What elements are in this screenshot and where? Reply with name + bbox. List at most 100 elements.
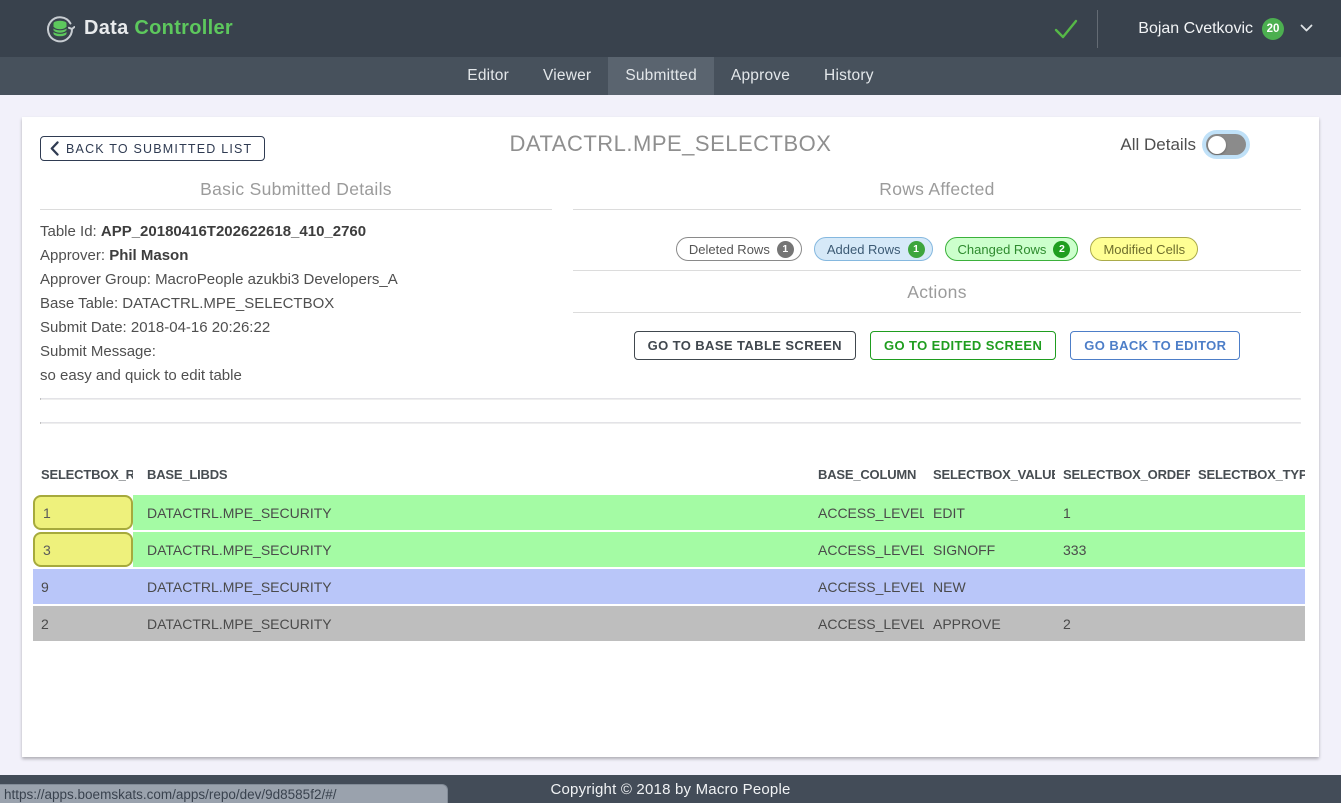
added-rows-pill[interactable]: Added Rows 1	[814, 237, 933, 261]
tab-viewer[interactable]: Viewer	[526, 57, 608, 95]
table-cell[interactable]: ACCESS_LEVEL	[810, 606, 925, 641]
field-value: MacroPeople azukbi3 Developers_A	[155, 271, 398, 288]
column-header-base-libds[interactable]: BASE_LIBDS	[133, 463, 810, 485]
table-row[interactable]: 1 DATACTRL.MPE_SECURITY ACCESS_LEVEL EDI…	[33, 495, 1305, 530]
table-cell[interactable]	[1055, 569, 1190, 604]
table-row[interactable]: 2 DATACTRL.MPE_SECURITY ACCESS_LEVEL APP…	[33, 606, 1305, 641]
go-to-edited-screen-button[interactable]: GO TO EDITED SCREEN	[870, 331, 1056, 360]
pill-label: Deleted Rows	[689, 242, 770, 257]
field-label: Submit Message:	[40, 343, 156, 360]
user-count-badge: 20	[1262, 18, 1284, 40]
user-name[interactable]: Bojan Cvetkovic	[1138, 20, 1253, 38]
actions-heading: Actions	[573, 282, 1301, 303]
table-cell[interactable]: APPROVE	[925, 606, 1055, 641]
table-cell[interactable]: ACCESS_LEVEL	[810, 495, 925, 530]
table-cell[interactable]: SIGNOFF	[925, 532, 1055, 567]
detail-submit-date: Submit Date: 2018-04-16 20:26:22	[40, 316, 552, 340]
table-cell[interactable]	[1190, 495, 1305, 530]
table-cell-modified[interactable]: 3	[33, 532, 133, 567]
connection-check-icon	[1053, 18, 1079, 40]
field-label: Approver Group:	[40, 271, 155, 288]
table-row[interactable]: 9 DATACTRL.MPE_SECURITY ACCESS_LEVEL NEW	[33, 569, 1305, 604]
divider	[573, 209, 1301, 210]
field-value: APP_20180416T202622618_410_2760	[101, 223, 366, 240]
all-details-control: All Details	[1120, 134, 1246, 155]
basic-details-heading: Basic Submitted Details	[40, 179, 552, 200]
logo-text: Data Controller	[84, 17, 233, 40]
pill-label: Modified Cells	[1103, 242, 1185, 257]
browser-status-url: https://apps.boemskats.com/apps/repo/dev…	[0, 784, 448, 803]
column-header-selectbox-value[interactable]: SELECTBOX_VALUE	[925, 463, 1055, 485]
table-cell[interactable]: DATACTRL.MPE_SECURITY	[133, 606, 810, 641]
column-header-base-column[interactable]: BASE_COLUMN	[810, 463, 925, 485]
field-label: Approver:	[40, 247, 109, 264]
table-cell[interactable]	[1190, 569, 1305, 604]
table-cell[interactable]: NEW	[925, 569, 1055, 604]
field-value: Phil Mason	[109, 247, 188, 264]
deleted-rows-pill[interactable]: Deleted Rows 1	[676, 237, 802, 261]
table-cell[interactable]: DATACTRL.MPE_SECURITY	[133, 495, 810, 530]
table-cell-modified[interactable]: 1	[33, 495, 133, 530]
table-cell[interactable]: 9	[33, 569, 133, 604]
table-cell[interactable]: DATACTRL.MPE_SECURITY	[133, 569, 810, 604]
divider	[573, 312, 1301, 313]
table-cell[interactable]	[1190, 532, 1305, 567]
divider	[40, 209, 552, 210]
logo-text-primary: Data	[84, 17, 129, 39]
table-row[interactable]: 3 DATACTRL.MPE_SECURITY ACCESS_LEVEL SIG…	[33, 532, 1305, 567]
pill-count-badge: 1	[908, 241, 925, 258]
pill-count-badge: 2	[1053, 241, 1070, 258]
divider	[573, 270, 1301, 271]
user-menu-chevron-icon[interactable]	[1300, 24, 1313, 33]
all-details-toggle[interactable]	[1206, 134, 1246, 155]
field-value: so easy and quick to edit table	[40, 367, 242, 384]
table-cell[interactable]: 1	[1055, 495, 1190, 530]
table-cell[interactable]: EDIT	[925, 495, 1055, 530]
detail-approver: Approver: Phil Mason	[40, 244, 552, 268]
divider	[40, 422, 1301, 424]
app-logo[interactable]: Data Controller	[45, 14, 233, 44]
tab-submitted[interactable]: Submitted	[608, 57, 714, 95]
tab-history[interactable]: History	[807, 57, 891, 95]
tab-editor[interactable]: Editor	[450, 57, 526, 95]
detail-submit-message-value: so easy and quick to edit table	[40, 364, 552, 388]
toggle-knob	[1208, 136, 1226, 154]
tab-approve[interactable]: Approve	[714, 57, 807, 95]
table-cell[interactable]: 2	[1055, 606, 1190, 641]
rows-affected-section: Rows Affected Deleted Rows 1 Added Rows …	[573, 179, 1301, 360]
pill-label: Changed Rows	[958, 242, 1047, 257]
table-cell[interactable]: 333	[1055, 532, 1190, 567]
changed-rows-pill[interactable]: Changed Rows 2	[945, 237, 1079, 261]
table-cell[interactable]: ACCESS_LEVEL	[810, 532, 925, 567]
rows-affected-pills: Deleted Rows 1 Added Rows 1 Changed Rows…	[573, 237, 1301, 261]
app-header: Data Controller Bojan Cvetkovic 20	[0, 0, 1341, 57]
table-cell[interactable]	[1190, 606, 1305, 641]
pill-label: Added Rows	[827, 242, 901, 257]
table-cell[interactable]: ACCESS_LEVEL	[810, 569, 925, 604]
actions-buttons: GO TO BASE TABLE SCREEN GO TO EDITED SCR…	[573, 331, 1301, 360]
rows-affected-heading: Rows Affected	[573, 179, 1301, 200]
column-header-selectbox-type[interactable]: SELECTBOX_TYPE	[1190, 463, 1305, 485]
column-header-selectbox-rk[interactable]: SELECTBOX_RK	[33, 463, 133, 485]
column-header-selectbox-order[interactable]: SELECTBOX_ORDER	[1055, 463, 1190, 485]
table-cell[interactable]: 2	[33, 606, 133, 641]
table-header-row: SELECTBOX_RK BASE_LIBDS BASE_COLUMN SELE…	[33, 463, 1305, 485]
field-value: DATACTRL.MPE_SELECTBOX	[122, 295, 334, 312]
modified-cells-pill[interactable]: Modified Cells	[1090, 237, 1198, 261]
field-label: Table Id:	[40, 223, 101, 240]
pill-count-badge: 1	[777, 241, 794, 258]
go-to-base-table-screen-button[interactable]: GO TO BASE TABLE SCREEN	[634, 331, 856, 360]
detail-table-id: Table Id: APP_20180416T202622618_410_276…	[40, 220, 552, 244]
all-details-label: All Details	[1120, 135, 1196, 155]
field-value: 2018-04-16 20:26:22	[131, 319, 270, 336]
table-cell[interactable]: DATACTRL.MPE_SECURITY	[133, 532, 810, 567]
logo-text-accent: Controller	[134, 17, 233, 39]
field-label: Submit Date:	[40, 319, 131, 336]
header-right: Bojan Cvetkovic 20	[1053, 0, 1313, 57]
database-logo-icon	[45, 14, 75, 44]
submitted-detail-card: BACK TO SUBMITTED LIST DATACTRL.MPE_SELE…	[22, 117, 1319, 757]
go-back-to-editor-button[interactable]: GO BACK TO EDITOR	[1070, 331, 1240, 360]
header-divider	[1097, 10, 1098, 48]
detail-submit-message-label: Submit Message:	[40, 340, 552, 364]
detail-approver-group: Approver Group: MacroPeople azukbi3 Deve…	[40, 268, 552, 292]
